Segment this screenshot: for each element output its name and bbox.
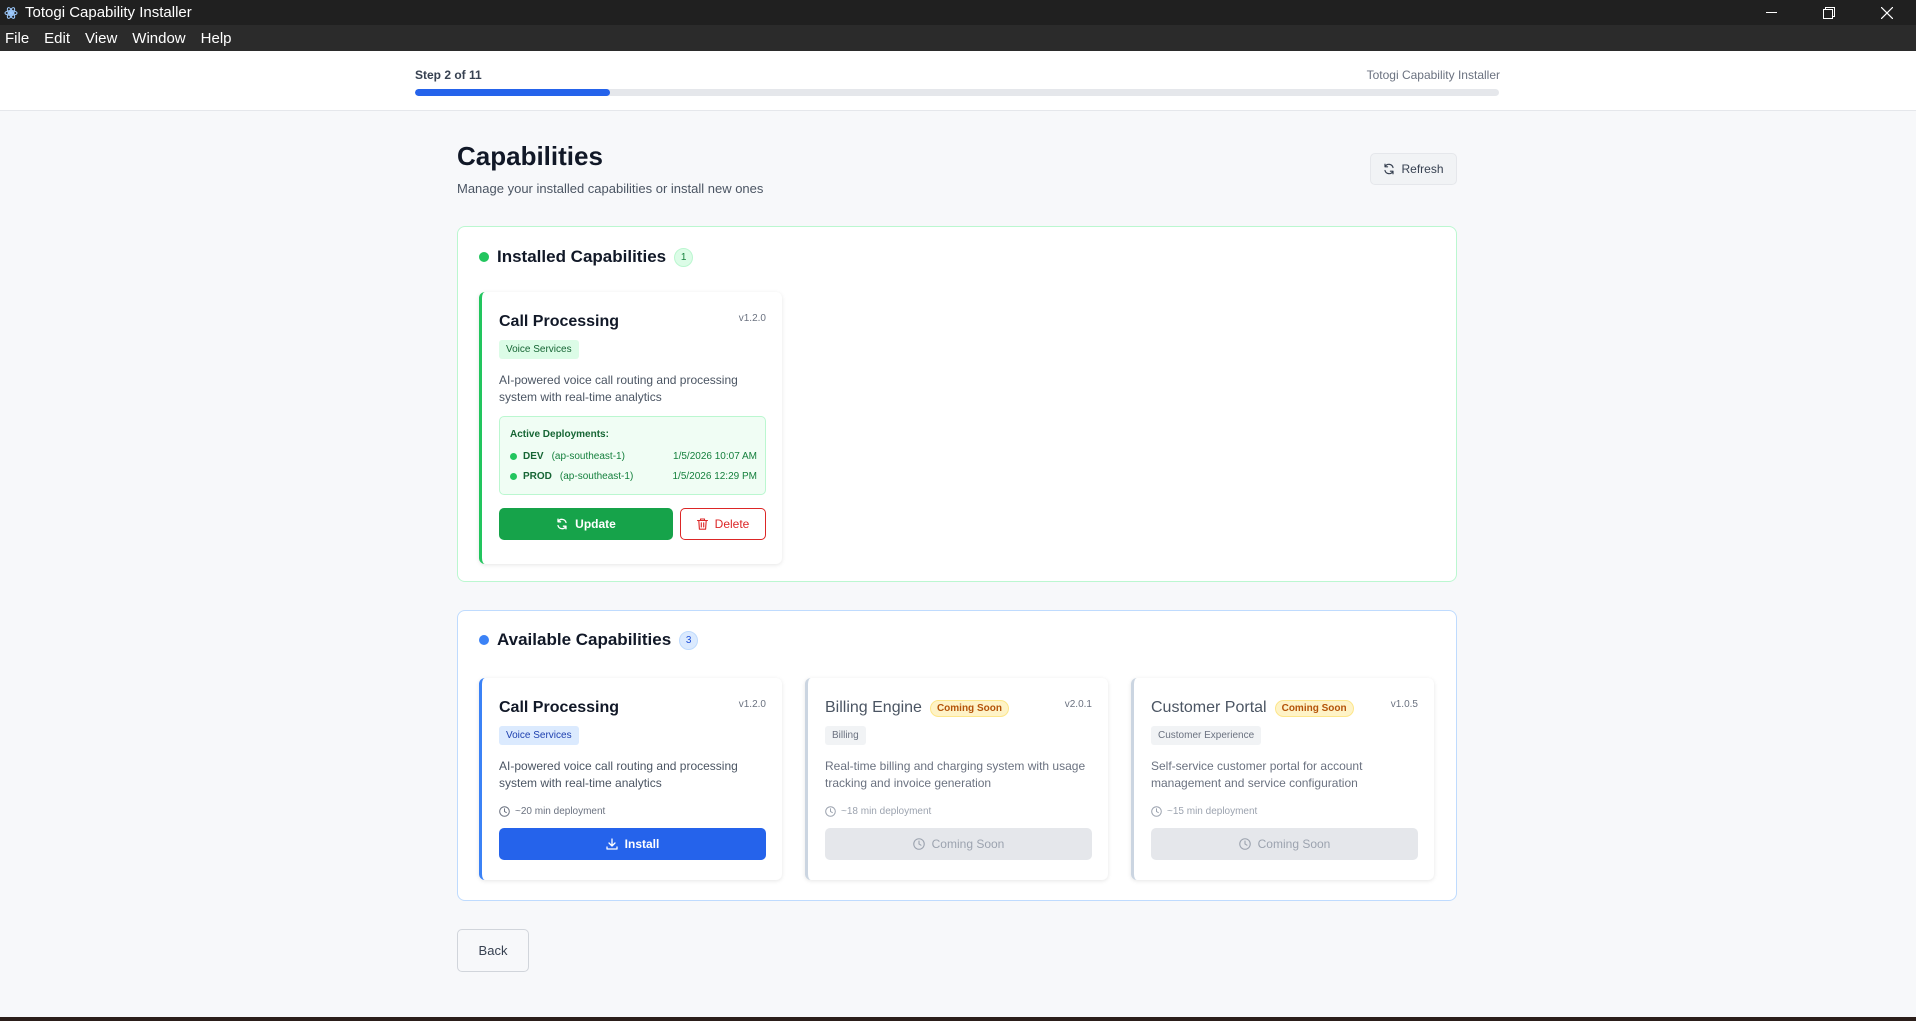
back-button[interactable]: Back [457, 929, 529, 972]
installed-count-badge: 1 [674, 247, 694, 267]
close-icon [1881, 6, 1893, 19]
restore-button[interactable] [1800, 0, 1858, 25]
clock-icon [499, 806, 510, 817]
window-title: Totogi Capability Installer [25, 4, 192, 21]
available-status-dot [479, 635, 489, 645]
card-title: Call Processing [499, 313, 620, 330]
menu-view[interactable]: View [85, 30, 117, 47]
deployments-label: Active Deployments: [510, 429, 609, 440]
menu-window[interactable]: Window [132, 30, 185, 47]
deployment-region: (ap-southeast-1) [559, 471, 634, 482]
installed-section-title: Installed Capabilities [497, 247, 667, 266]
page-title: Capabilities [457, 141, 603, 171]
deployment-row: DEV (ap-southeast-1) 1/5/2026 10:07 AM [510, 451, 757, 462]
minimize-icon [1765, 12, 1777, 13]
refresh-icon [557, 518, 567, 530]
page-subtitle: Manage your installed capabilities or in… [457, 181, 764, 196]
refresh-icon [1384, 163, 1395, 175]
step-label: Step 2 of 11 [415, 68, 482, 82]
active-deployments: Active Deployments: DEV (ap-southeast-1)… [499, 416, 766, 495]
deployment-time: 1/5/2026 10:07 AM [673, 451, 757, 462]
deployment-estimate: ~18 min deployment [825, 806, 931, 817]
install-label: Install [624, 837, 660, 851]
progress-bar [415, 89, 1499, 96]
installed-section: Installed Capabilities 1 Call Processing… [457, 226, 1457, 582]
available-card-call-processing: Call Processing v1.2.0 Voice Services AI… [479, 678, 782, 880]
coming-soon-badge: Coming Soon [1274, 699, 1354, 717]
clock-icon [1151, 806, 1162, 817]
menu-bar: File Edit View Window Help [0, 25, 1916, 51]
install-button[interactable]: Install [499, 828, 766, 860]
card-title: Billing Engine [825, 699, 922, 716]
card-version: v1.0.5 [1390, 699, 1418, 710]
coming-soon-label: Coming Soon [1257, 837, 1331, 851]
coming-soon-label: Coming Soon [931, 837, 1005, 851]
coming-soon-button: Coming Soon [825, 828, 1092, 860]
deployment-status-dot [510, 473, 517, 480]
card-description: AI-powered voice call routing and proces… [499, 373, 738, 404]
delete-label: Delete [714, 517, 750, 531]
wizard-header: Step 2 of 11 Totogi Capability Installer [0, 51, 1916, 111]
app-icon [3, 5, 19, 21]
card-title: Customer Portal [1151, 699, 1267, 716]
update-button[interactable]: Update [499, 508, 673, 540]
minimize-button[interactable] [1742, 0, 1800, 25]
card-version: v1.2.0 [738, 699, 766, 710]
deployment-estimate: ~15 min deployment [1151, 806, 1257, 817]
card-description: AI-powered voice call routing and proces… [499, 759, 738, 790]
category-tag: Billing [825, 726, 866, 745]
delete-button[interactable]: Delete [680, 508, 766, 540]
clock-icon [825, 806, 836, 817]
clock-icon [1238, 838, 1251, 850]
clock-icon [912, 838, 925, 850]
menu-edit[interactable]: Edit [44, 30, 70, 47]
menu-file[interactable]: File [5, 30, 29, 47]
card-version: v1.2.0 [738, 313, 766, 324]
menu-help[interactable]: Help [201, 30, 232, 47]
installed-card-call-processing: Call Processing v1.2.0 Voice Services AI… [479, 292, 782, 564]
available-section: Available Capabilities 3 Call Processing… [457, 610, 1457, 901]
deployment-estimate: ~20 min deployment [499, 806, 605, 817]
deployment-env: DEV [523, 451, 544, 462]
refresh-button[interactable]: Refresh [1370, 153, 1457, 185]
available-section-title: Available Capabilities [497, 630, 672, 649]
available-count-badge: 3 [679, 630, 699, 650]
card-version: v2.0.1 [1064, 699, 1092, 710]
deployment-estimate-label: ~20 min deployment [515, 806, 606, 817]
deployment-estimate-label: ~18 min deployment [841, 806, 932, 817]
taskbar-edge [0, 1017, 1916, 1021]
deployment-time: 1/5/2026 12:29 PM [672, 471, 757, 482]
close-button[interactable] [1858, 0, 1916, 25]
coming-soon-badge: Coming Soon [929, 699, 1009, 717]
download-icon [606, 838, 618, 850]
category-tag: Customer Experience [1151, 726, 1262, 745]
category-tag: Voice Services [499, 726, 579, 745]
available-card-customer-portal: Customer Portal Coming Soon v1.0.5 Custo… [1131, 678, 1434, 880]
window-title-bar: Totogi Capability Installer [0, 0, 1916, 25]
deployment-region: (ap-southeast-1) [551, 451, 625, 462]
category-tag: Voice Services [499, 340, 579, 359]
restore-icon [1823, 6, 1835, 19]
deployment-estimate-label: ~15 min deployment [1167, 806, 1258, 817]
deployment-row: PROD (ap-southeast-1) 1/5/2026 12:29 PM [510, 471, 757, 482]
coming-soon-button: Coming Soon [1151, 828, 1418, 860]
card-description: Self-service customer portal for account… [1151, 759, 1363, 790]
card-title: Call Processing [499, 699, 620, 716]
deployment-env: PROD [523, 471, 552, 482]
trash-icon [696, 518, 708, 530]
back-label: Back [478, 943, 508, 958]
available-card-billing-engine: Billing Engine Coming Soon v2.0.1 Billin… [805, 678, 1108, 880]
card-description: Real-time billing and charging system wi… [825, 759, 1086, 790]
progress-fill [415, 89, 611, 96]
deployment-status-dot [510, 453, 517, 460]
refresh-label: Refresh [1401, 162, 1444, 176]
update-label: Update [575, 517, 616, 531]
header-app-name: Totogi Capability Installer [1366, 68, 1500, 82]
installed-status-dot [479, 252, 489, 262]
